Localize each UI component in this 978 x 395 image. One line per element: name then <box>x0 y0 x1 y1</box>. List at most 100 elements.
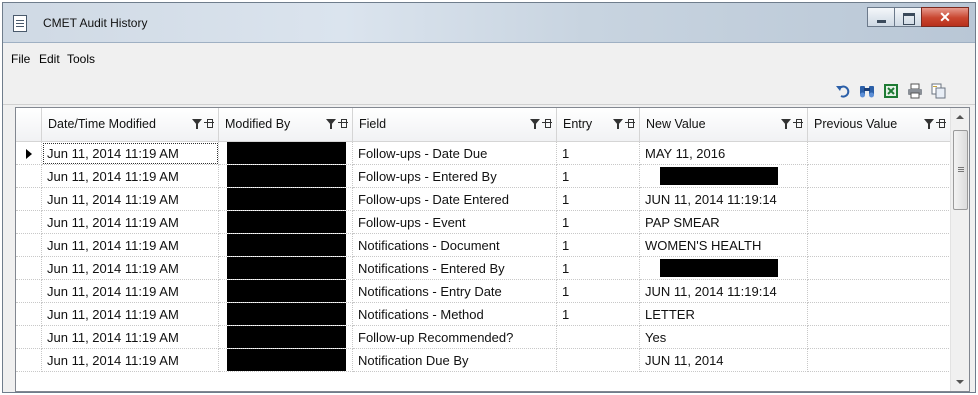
cell-previous-value[interactable] <box>808 349 951 372</box>
cell-new-value[interactable]: JUN 11, 2014 11:19:14 <box>640 188 808 211</box>
cell-new-value[interactable]: JUN 11, 2014 11:19:14 <box>640 280 808 303</box>
filter-icon[interactable] <box>326 119 336 129</box>
cell-modified-by[interactable] <box>219 165 353 188</box>
filter-icon[interactable] <box>530 119 540 129</box>
row-selector[interactable] <box>16 188 42 211</box>
excel-export-icon[interactable] <box>883 83 899 99</box>
cell-entry[interactable]: 1 <box>557 188 640 211</box>
cell-entry[interactable] <box>557 326 640 349</box>
row-selector[interactable] <box>16 142 42 165</box>
cell-modified-by[interactable] <box>219 142 353 165</box>
cell-field[interactable]: Notifications - Document <box>353 234 557 257</box>
cell-modified-by[interactable] <box>219 280 353 303</box>
menu-edit[interactable]: Edit <box>39 52 60 66</box>
table-row[interactable]: Jun 11, 2014 11:19 AM Notification Due By… <box>16 349 951 372</box>
cell-field[interactable]: Notification Due By <box>353 349 557 372</box>
row-selector[interactable] <box>16 257 42 280</box>
row-selector[interactable] <box>16 326 42 349</box>
cell-date-modified[interactable]: Jun 11, 2014 11:19 AM <box>42 234 219 257</box>
pin-icon[interactable] <box>338 118 348 128</box>
table-row[interactable]: Jun 11, 2014 11:19 AM Follow-ups - Entere… <box>16 165 951 188</box>
vertical-scrollbar[interactable] <box>950 108 969 391</box>
table-row[interactable]: Jun 11, 2014 11:19 AM Notifications - Met… <box>16 303 951 326</box>
cell-date-modified[interactable]: Jun 11, 2014 11:19 AM <box>42 211 219 234</box>
cell-field[interactable]: Notifications - Method <box>353 303 557 326</box>
cell-field[interactable]: Follow-ups - Date Entered <box>353 188 557 211</box>
undo-icon[interactable] <box>835 83 851 99</box>
cell-field[interactable]: Follow-ups - Event <box>353 211 557 234</box>
cell-date-modified[interactable]: Jun 11, 2014 11:19 AM <box>42 280 219 303</box>
minimize-button[interactable] <box>867 7 895 27</box>
scroll-down-arrow-icon[interactable] <box>951 373 969 391</box>
cell-modified-by[interactable] <box>219 211 353 234</box>
cell-entry[interactable]: 1 <box>557 165 640 188</box>
cell-previous-value[interactable] <box>808 211 951 234</box>
filter-icon[interactable] <box>613 119 623 129</box>
cell-entry[interactable]: 1 <box>557 142 640 165</box>
cell-entry[interactable]: 1 <box>557 234 640 257</box>
cell-entry[interactable]: 1 <box>557 303 640 326</box>
row-selector[interactable] <box>16 303 42 326</box>
cell-entry[interactable]: 1 <box>557 211 640 234</box>
cell-modified-by[interactable] <box>219 188 353 211</box>
cell-new-value[interactable] <box>640 257 808 280</box>
cell-date-modified[interactable]: Jun 11, 2014 11:19 AM <box>42 303 219 326</box>
cell-previous-value[interactable] <box>808 303 951 326</box>
cell-date-modified[interactable]: Jun 11, 2014 11:19 AM <box>42 188 219 211</box>
row-selector[interactable] <box>16 165 42 188</box>
cell-modified-by[interactable] <box>219 234 353 257</box>
cell-previous-value[interactable] <box>808 257 951 280</box>
print-icon[interactable] <box>907 83 923 99</box>
filter-icon[interactable] <box>781 119 791 129</box>
cell-field[interactable]: Follow-ups - Date Due <box>353 142 557 165</box>
cell-modified-by[interactable] <box>219 349 353 372</box>
pin-icon[interactable] <box>793 118 803 128</box>
cell-new-value[interactable] <box>640 165 808 188</box>
column-header-date-modified[interactable]: Date/Time Modified <box>42 108 219 142</box>
maximize-button[interactable] <box>894 7 922 27</box>
scroll-up-arrow-icon[interactable] <box>951 108 969 126</box>
table-row[interactable]: Jun 11, 2014 11:19 AM Follow-up Recommend… <box>16 326 951 349</box>
cell-new-value[interactable]: WOMEN'S HEALTH <box>640 234 808 257</box>
cell-new-value[interactable]: JUN 11, 2014 <box>640 349 808 372</box>
cell-field[interactable]: Follow-ups - Entered By <box>353 165 557 188</box>
row-selector[interactable] <box>16 211 42 234</box>
row-selector[interactable] <box>16 349 42 372</box>
column-header-modified-by[interactable]: Modified By <box>219 108 353 142</box>
pin-icon[interactable] <box>204 118 214 128</box>
cell-entry[interactable] <box>557 349 640 372</box>
cell-new-value[interactable]: PAP SMEAR <box>640 211 808 234</box>
pin-icon[interactable] <box>936 118 946 128</box>
cell-date-modified[interactable]: Jun 11, 2014 11:19 AM <box>42 165 219 188</box>
menu-file[interactable]: File <box>11 52 30 66</box>
copy-icon[interactable] <box>931 83 947 99</box>
menu-tools[interactable]: Tools <box>67 52 95 66</box>
pin-icon[interactable] <box>625 118 635 128</box>
pin-icon[interactable] <box>542 118 552 128</box>
cell-field[interactable]: Notifications - Entered By <box>353 257 557 280</box>
cell-field[interactable]: Follow-up Recommended? <box>353 326 557 349</box>
close-button[interactable] <box>921 7 969 27</box>
cell-new-value[interactable]: MAY 11, 2016 <box>640 142 808 165</box>
cell-date-modified[interactable]: Jun 11, 2014 11:19 AM <box>42 257 219 280</box>
row-selector[interactable] <box>16 280 42 303</box>
cell-entry[interactable]: 1 <box>557 280 640 303</box>
row-selector[interactable] <box>16 234 42 257</box>
cell-date-modified[interactable]: Jun 11, 2014 11:19 AM <box>42 349 219 372</box>
column-header-entry[interactable]: Entry <box>557 108 640 142</box>
cell-modified-by[interactable] <box>219 303 353 326</box>
title-bar[interactable]: CMET Audit History <box>3 3 975 43</box>
cell-new-value[interactable]: LETTER <box>640 303 808 326</box>
scroll-thumb[interactable] <box>953 130 968 210</box>
cell-date-modified[interactable]: Jun 11, 2014 11:19 AM <box>42 326 219 349</box>
table-row[interactable]: Jun 11, 2014 11:19 AM Notifications - Ent… <box>16 280 951 303</box>
cell-field[interactable]: Notifications - Entry Date <box>353 280 557 303</box>
table-row[interactable]: Jun 11, 2014 11:19 AM Follow-ups - Date E… <box>16 188 951 211</box>
column-header-new-value[interactable]: New Value <box>640 108 808 142</box>
cell-previous-value[interactable] <box>808 188 951 211</box>
cell-previous-value[interactable] <box>808 234 951 257</box>
filter-icon[interactable] <box>924 119 934 129</box>
find-icon[interactable] <box>859 83 875 99</box>
column-header-field[interactable]: Field <box>353 108 557 142</box>
filter-icon[interactable] <box>192 119 202 129</box>
